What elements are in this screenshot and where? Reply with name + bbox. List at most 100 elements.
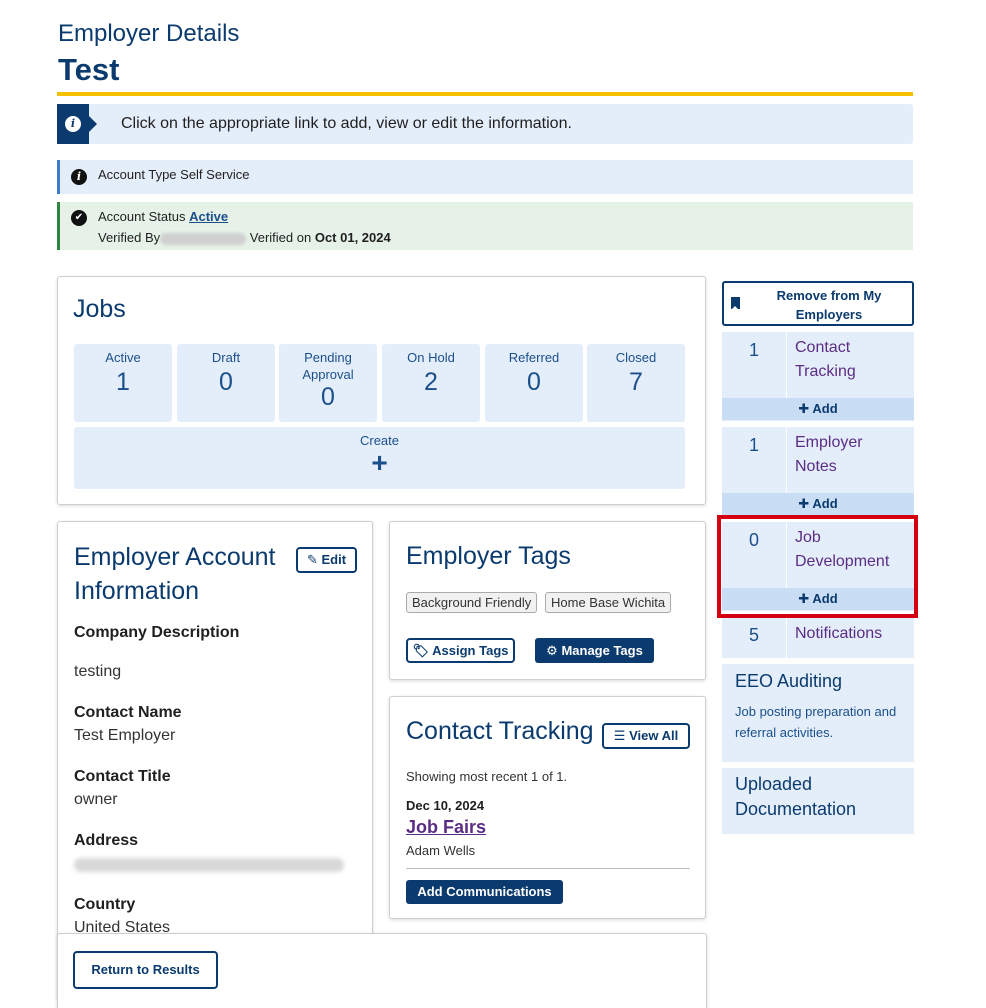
account-type-text: Account Type Self Service: [98, 167, 250, 182]
company-description-value: testing: [74, 663, 122, 680]
stat-label: Active: [105, 350, 141, 365]
sidebar-item-contact-tracking[interactable]: 1 Contact Tracking ✚ Add: [722, 332, 914, 421]
stat-label: Referred: [508, 350, 560, 365]
stat-value: 1: [116, 368, 130, 396]
edit-button[interactable]: ✎ Edit: [296, 547, 357, 573]
info-icon: i: [65, 116, 81, 132]
contact-title-value: owner: [74, 791, 118, 808]
divider: [786, 332, 787, 398]
manage-tags-label: Manage Tags: [561, 643, 643, 658]
sidebar-count: 1: [748, 435, 759, 455]
add-contact-tracking-button[interactable]: ✚ Add: [722, 398, 914, 420]
page-subtitle: Employer Details: [58, 20, 240, 47]
create-label: Create: [359, 433, 400, 448]
jobs-active-tile[interactable]: Active 1: [74, 344, 172, 422]
jobs-card: Jobs Active 1 Draft 0 Pending Approval 0…: [57, 276, 706, 505]
sidebar-item-label: Employer Notes: [795, 434, 863, 475]
view-all-button[interactable]: ☰ View All: [602, 723, 690, 749]
sidebar-item-label: Contact Tracking: [795, 339, 856, 380]
status-active-link[interactable]: Active: [189, 209, 228, 224]
contact-link[interactable]: Job Fairs: [406, 817, 486, 838]
verified-date: Oct 01, 2024: [314, 230, 391, 245]
redacted-address: [74, 858, 344, 872]
jobs-draft-tile[interactable]: Draft 0: [177, 344, 275, 422]
assign-tags-button[interactable]: 🏷 Assign Tags: [406, 638, 515, 663]
account-status-banner: ✔ Account Status Active Verified By Veri…: [57, 202, 913, 250]
employer-tags-card: Employer Tags Background Friendly Home B…: [389, 521, 706, 680]
highlight-box: [717, 515, 918, 618]
stat-label: Draft: [211, 350, 241, 365]
divider: [786, 618, 787, 658]
bookmark-icon: [731, 297, 740, 310]
tag-chip: Background Friendly: [406, 592, 538, 613]
stat-label: Pending Approval: [302, 350, 354, 382]
contact-date: Dec 10, 2024: [406, 798, 485, 813]
account-type-banner: i Account Type Self Service: [57, 160, 913, 194]
stat-value: 0: [219, 368, 233, 396]
add-label: Add: [812, 496, 838, 511]
sidebar-item-employer-notes[interactable]: 1 Employer Notes ✚ Add: [722, 427, 914, 516]
check-circle-icon: ✔: [71, 210, 87, 226]
contact-name-label: Contact Name: [74, 704, 182, 721]
contact-title-label: Contact Title: [74, 768, 171, 785]
sidebar-count: 1: [748, 340, 759, 360]
pencil-icon: ✎: [306, 552, 318, 567]
uploaded-docs-title: Uploaded Documentation: [735, 774, 857, 819]
sidebar-uploaded-documentation[interactable]: Uploaded Documentation: [722, 768, 914, 834]
address-label: Address: [74, 832, 139, 849]
status-line: Account Status Active: [98, 209, 228, 224]
contact-name-value: Test Employer: [74, 727, 176, 744]
account-info-title: Employer Account Information: [74, 543, 276, 605]
company-description-label: Company Description: [74, 624, 240, 641]
gear-icon: ⚙: [546, 643, 558, 658]
assign-tags-label: Assign Tags: [432, 643, 509, 658]
redacted-name: [160, 232, 247, 245]
contact-tracking-title: Contact Tracking: [406, 717, 594, 745]
jobs-referred-tile[interactable]: Referred 0: [485, 344, 583, 422]
stat-value: 2: [424, 368, 438, 396]
tags-icon: 🏷: [412, 643, 430, 658]
page-title: Test: [58, 52, 120, 87]
add-communications-button[interactable]: Add Communications: [406, 880, 563, 904]
tag-chip: Home Base Wichita: [545, 592, 672, 613]
jobs-title: Jobs: [73, 295, 126, 323]
eeo-description: Job posting preparation and referral act…: [735, 704, 897, 740]
contact-tracking-card: Contact Tracking ☰ View All Showing most…: [389, 696, 706, 919]
add-label: Add: [812, 401, 838, 416]
sidebar-eeo-auditing[interactable]: EEO Auditing Job posting preparation and…: [722, 664, 914, 762]
verified-line: Verified By Verified on Oct 01, 2024: [98, 230, 391, 245]
verified-on-label: Verified on: [249, 230, 312, 245]
return-to-results-button[interactable]: Return to Results: [73, 951, 218, 989]
jobs-pending-tile[interactable]: Pending Approval 0: [279, 344, 377, 422]
stat-value: 0: [321, 383, 335, 411]
stat-label: Closed: [615, 350, 657, 365]
remove-from-my-employers-button[interactable]: Remove from My Employers: [722, 281, 914, 326]
create-job-button[interactable]: Create +: [74, 427, 685, 489]
showing-count: Showing most recent 1 of 1.: [406, 769, 568, 784]
view-all-label: View All: [629, 728, 679, 743]
employer-tags-title: Employer Tags: [406, 542, 571, 570]
stat-label: On Hold: [407, 350, 455, 365]
plus-icon: +: [371, 447, 388, 478]
country-label: Country: [74, 896, 136, 913]
sidebar-count: 5: [748, 625, 759, 645]
footer-bar: Return to Results: [57, 933, 707, 1008]
sidebar-item-notifications[interactable]: 5 Notifications: [722, 618, 914, 658]
divider: [786, 427, 787, 493]
verified-by-label: Verified By: [98, 230, 161, 245]
stat-value: 0: [527, 368, 541, 396]
jobs-closed-tile[interactable]: Closed 7: [587, 344, 685, 422]
info-flag: i: [57, 104, 97, 144]
jobs-onhold-tile[interactable]: On Hold 2: [382, 344, 480, 422]
status-label: Account Status: [98, 209, 186, 224]
title-underline: [57, 92, 913, 96]
list-icon: ☰: [613, 728, 626, 743]
info-banner: i Click on the appropriate link to add, …: [57, 104, 913, 144]
eeo-title: EEO Auditing: [735, 671, 843, 691]
edit-label: Edit: [321, 552, 347, 567]
contact-person: Adam Wells: [406, 843, 476, 858]
sidebar-item-label: Notifications: [795, 625, 883, 642]
add-employer-notes-button[interactable]: ✚ Add: [722, 493, 914, 515]
info-banner-text: Click on the appropriate link to add, vi…: [121, 115, 572, 132]
manage-tags-button[interactable]: ⚙ Manage Tags: [535, 638, 654, 663]
